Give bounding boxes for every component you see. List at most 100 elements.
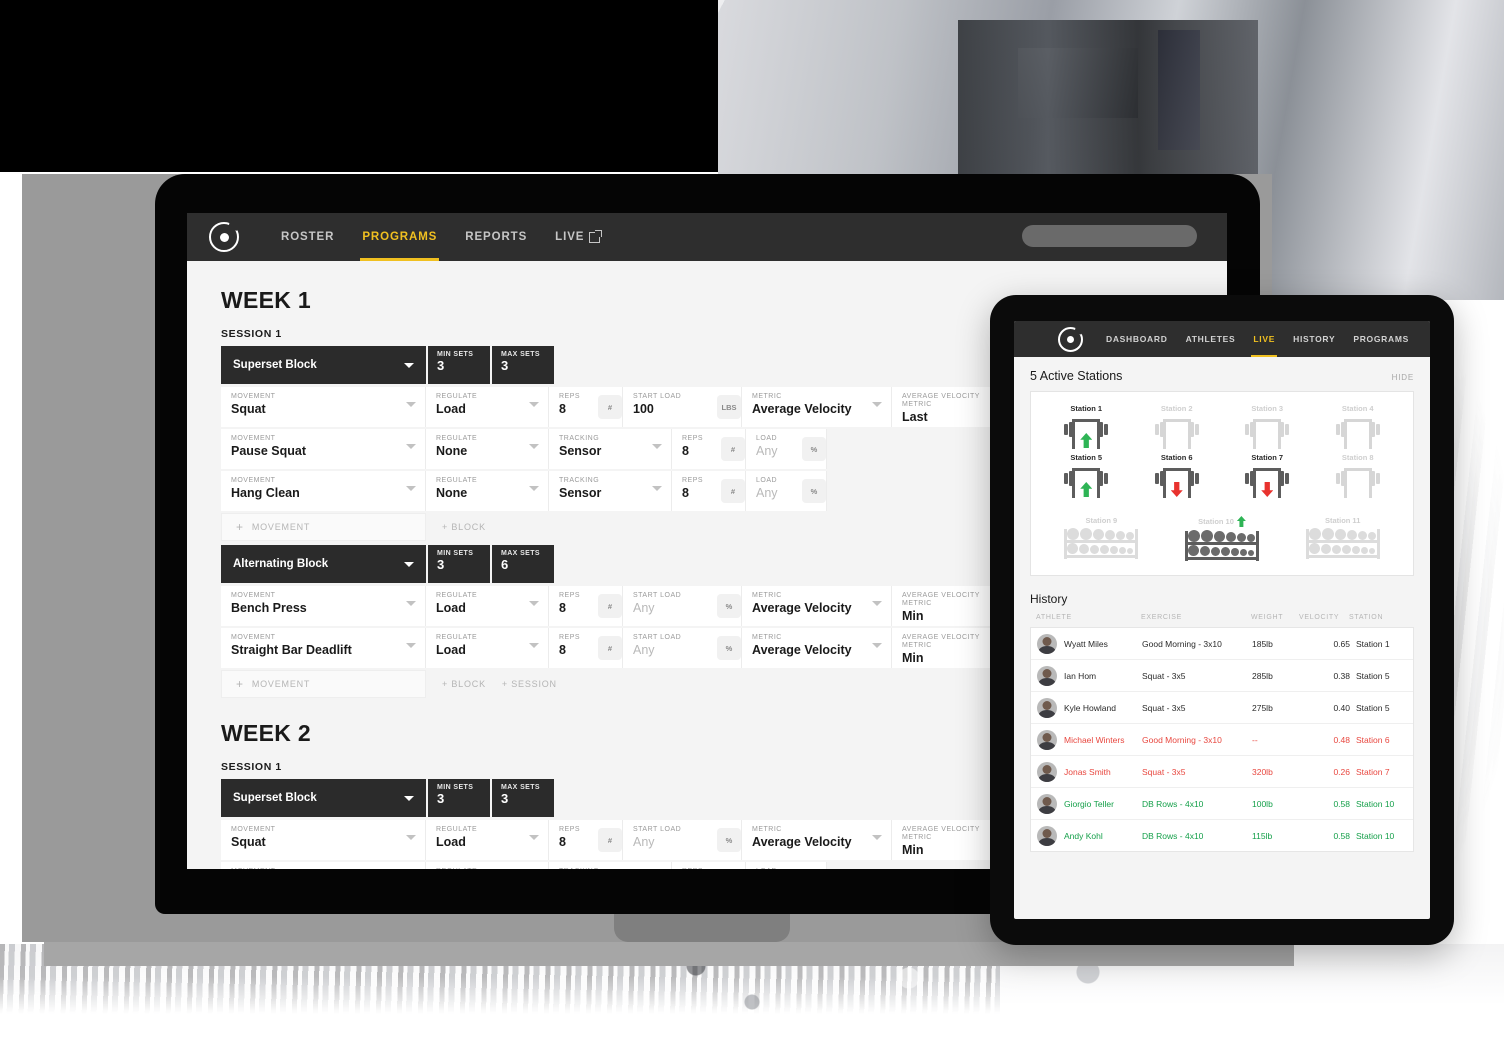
- load-input[interactable]: LOAD Any: [746, 471, 798, 511]
- nav-item-roster[interactable]: ROSTER: [267, 213, 348, 261]
- station-5[interactable]: Station 5: [1041, 453, 1132, 498]
- metric-select[interactable]: METRIC Average Velocity: [742, 387, 892, 427]
- regulate-select[interactable]: REGULATE Load: [426, 820, 549, 860]
- metric-select[interactable]: METRIC Average Velocity: [742, 628, 892, 668]
- reps-input[interactable]: REPS 8: [549, 586, 594, 626]
- add-session-button[interactable]: + SESSION: [486, 670, 557, 698]
- monitor-base: [44, 942, 1294, 966]
- max-sets-field[interactable]: MAX SETS 6: [490, 545, 554, 583]
- tab-programs[interactable]: PROGRAMS: [1344, 321, 1418, 357]
- regulate-select[interactable]: REGULATE Load: [426, 387, 549, 427]
- station-11[interactable]: Station 11: [1282, 516, 1403, 561]
- reps-input[interactable]: REPS 8: [549, 628, 594, 668]
- reps-input[interactable]: REPS 8: [549, 820, 594, 860]
- movement-select[interactable]: MOVEMENT Squat: [221, 820, 426, 860]
- reps-unit-chip[interactable]: #: [721, 437, 745, 461]
- tab-live[interactable]: LIVE: [1244, 321, 1284, 357]
- movement-select[interactable]: MOVEMENT Pause Squat: [221, 862, 426, 869]
- movement-select[interactable]: MOVEMENT Bench Press: [221, 586, 426, 626]
- reps-input[interactable]: REPS 8: [549, 387, 594, 427]
- tracking-select[interactable]: TRACKING Sensor: [549, 471, 672, 511]
- tab-dashboard[interactable]: DASHBOARD: [1097, 321, 1177, 357]
- tab-athletes[interactable]: ATHLETES: [1177, 321, 1245, 357]
- station-10[interactable]: Station 10: [1162, 516, 1283, 561]
- min-sets-field[interactable]: MIN SETS 3: [426, 545, 490, 583]
- hide-button[interactable]: HIDE: [1392, 373, 1414, 382]
- reps-unit-chip[interactable]: #: [598, 828, 622, 852]
- station-2[interactable]: Station 2: [1132, 404, 1223, 449]
- load-label: LOAD: [756, 435, 778, 442]
- max-sets-field[interactable]: MAX SETS 3: [490, 346, 554, 384]
- reps-unit-chip[interactable]: #: [598, 594, 622, 618]
- reps-unit-chip[interactable]: #: [598, 636, 622, 660]
- min-sets-field[interactable]: MIN SETS 3: [426, 779, 490, 817]
- movement-select[interactable]: MOVEMENT Straight Bar Deadlift: [221, 628, 426, 668]
- load-group: LOAD Any %: [746, 429, 827, 469]
- load-input[interactable]: LOAD Any: [746, 862, 798, 869]
- station-7[interactable]: Station 7: [1222, 453, 1313, 498]
- tracking-select[interactable]: TRACKING Sensor: [549, 429, 672, 469]
- nav-item-live[interactable]: LIVE: [541, 213, 614, 261]
- reps-unit-chip[interactable]: #: [598, 395, 622, 419]
- start-load-input[interactable]: START LOAD Any: [623, 586, 713, 626]
- station-4[interactable]: Station 4: [1313, 404, 1404, 449]
- metric-select[interactable]: METRIC Average Velocity: [742, 586, 892, 626]
- table-row[interactable]: Giorgio Teller DB Rows - 4x10 100lb 0.58…: [1031, 788, 1413, 820]
- tab-history[interactable]: HISTORY: [1284, 321, 1344, 357]
- start-load-unit-chip[interactable]: %: [717, 594, 741, 618]
- movement-select[interactable]: MOVEMENT Pause Squat: [221, 429, 426, 469]
- load-input[interactable]: LOAD Any: [746, 429, 798, 469]
- load-unit-chip[interactable]: %: [802, 437, 826, 461]
- reps-input[interactable]: REPS 8: [672, 429, 717, 469]
- nav-item-programs[interactable]: PROGRAMS: [348, 213, 451, 261]
- add-movement-button[interactable]: + MOVEMENT: [221, 513, 426, 541]
- nav-item-reports[interactable]: REPORTS: [451, 213, 541, 261]
- table-row[interactable]: Jonas Smith Squat - 3x5 320lb 0.26 Stati…: [1031, 756, 1413, 788]
- station-6[interactable]: Station 6: [1132, 453, 1223, 498]
- start-load-input[interactable]: START LOAD 100: [623, 387, 713, 427]
- movement-select[interactable]: MOVEMENT Squat: [221, 387, 426, 427]
- reps-unit-chip[interactable]: #: [721, 479, 745, 503]
- athlete-cell: Kyle Howland: [1037, 697, 1142, 718]
- movement-select[interactable]: MOVEMENT Hang Clean: [221, 471, 426, 511]
- regulate-select[interactable]: REGULATE None: [426, 429, 549, 469]
- regulate-select[interactable]: REGULATE None: [426, 862, 549, 869]
- min-sets-field[interactable]: MIN SETS 3: [426, 346, 490, 384]
- chevron-down-icon: [404, 561, 414, 567]
- table-row[interactable]: Kyle Howland Squat - 3x5 275lb 0.40 Stat…: [1031, 692, 1413, 724]
- start-load-input[interactable]: START LOAD Any: [623, 820, 713, 860]
- max-sets-field[interactable]: MAX SETS 3: [490, 779, 554, 817]
- reps-input[interactable]: REPS 8: [672, 862, 717, 869]
- reps-input[interactable]: REPS 8: [672, 471, 717, 511]
- search-input[interactable]: [1022, 225, 1197, 247]
- regulate-select[interactable]: REGULATE Load: [426, 586, 549, 626]
- max-sets-label: MAX SETS: [501, 550, 540, 557]
- start-load-group: START LOAD 100 LBS: [623, 387, 742, 427]
- table-row[interactable]: Ian Hom Squat - 3x5 285lb 0.38 Station 5: [1031, 660, 1413, 692]
- start-load-input[interactable]: START LOAD Any: [623, 628, 713, 668]
- start-load-unit-chip[interactable]: %: [717, 828, 741, 852]
- metric-select[interactable]: METRIC Average Velocity: [742, 820, 892, 860]
- block-type-select[interactable]: Alternating Block: [221, 545, 426, 583]
- station-3[interactable]: Station 3: [1222, 404, 1313, 449]
- regulate-select[interactable]: REGULATE Load: [426, 628, 549, 668]
- table-row[interactable]: Andy Kohl DB Rows - 4x10 115lb 0.58 Stat…: [1031, 820, 1413, 851]
- exercise-cell: DB Rows - 4x10: [1142, 830, 1204, 841]
- station-1[interactable]: Station 1: [1041, 404, 1132, 449]
- station-9[interactable]: Station 9: [1041, 516, 1162, 561]
- start-load-unit-chip[interactable]: %: [717, 636, 741, 660]
- block-type-select[interactable]: Superset Block: [221, 779, 426, 817]
- add-block-button[interactable]: + BLOCK: [426, 670, 486, 698]
- station-8[interactable]: Station 8: [1313, 453, 1404, 498]
- block-type-select[interactable]: Superset Block: [221, 346, 426, 384]
- table-row[interactable]: Michael Winters Good Morning - 3x10 -- 0…: [1031, 724, 1413, 756]
- load-unit-chip[interactable]: %: [802, 479, 826, 503]
- table-row[interactable]: Wyatt Miles Good Morning - 3x10 185lb 0.…: [1031, 628, 1413, 660]
- start-load-unit-chip[interactable]: LBS: [717, 395, 741, 419]
- tracking-select[interactable]: TRACKING Sensor: [549, 862, 672, 869]
- regulate-select[interactable]: REGULATE None: [426, 471, 549, 511]
- block-type-label: Superset Block: [233, 792, 317, 804]
- load-group: LOAD Any %: [746, 862, 827, 869]
- add-movement-button[interactable]: + MOVEMENT: [221, 670, 426, 698]
- add-block-button[interactable]: + BLOCK: [426, 513, 486, 541]
